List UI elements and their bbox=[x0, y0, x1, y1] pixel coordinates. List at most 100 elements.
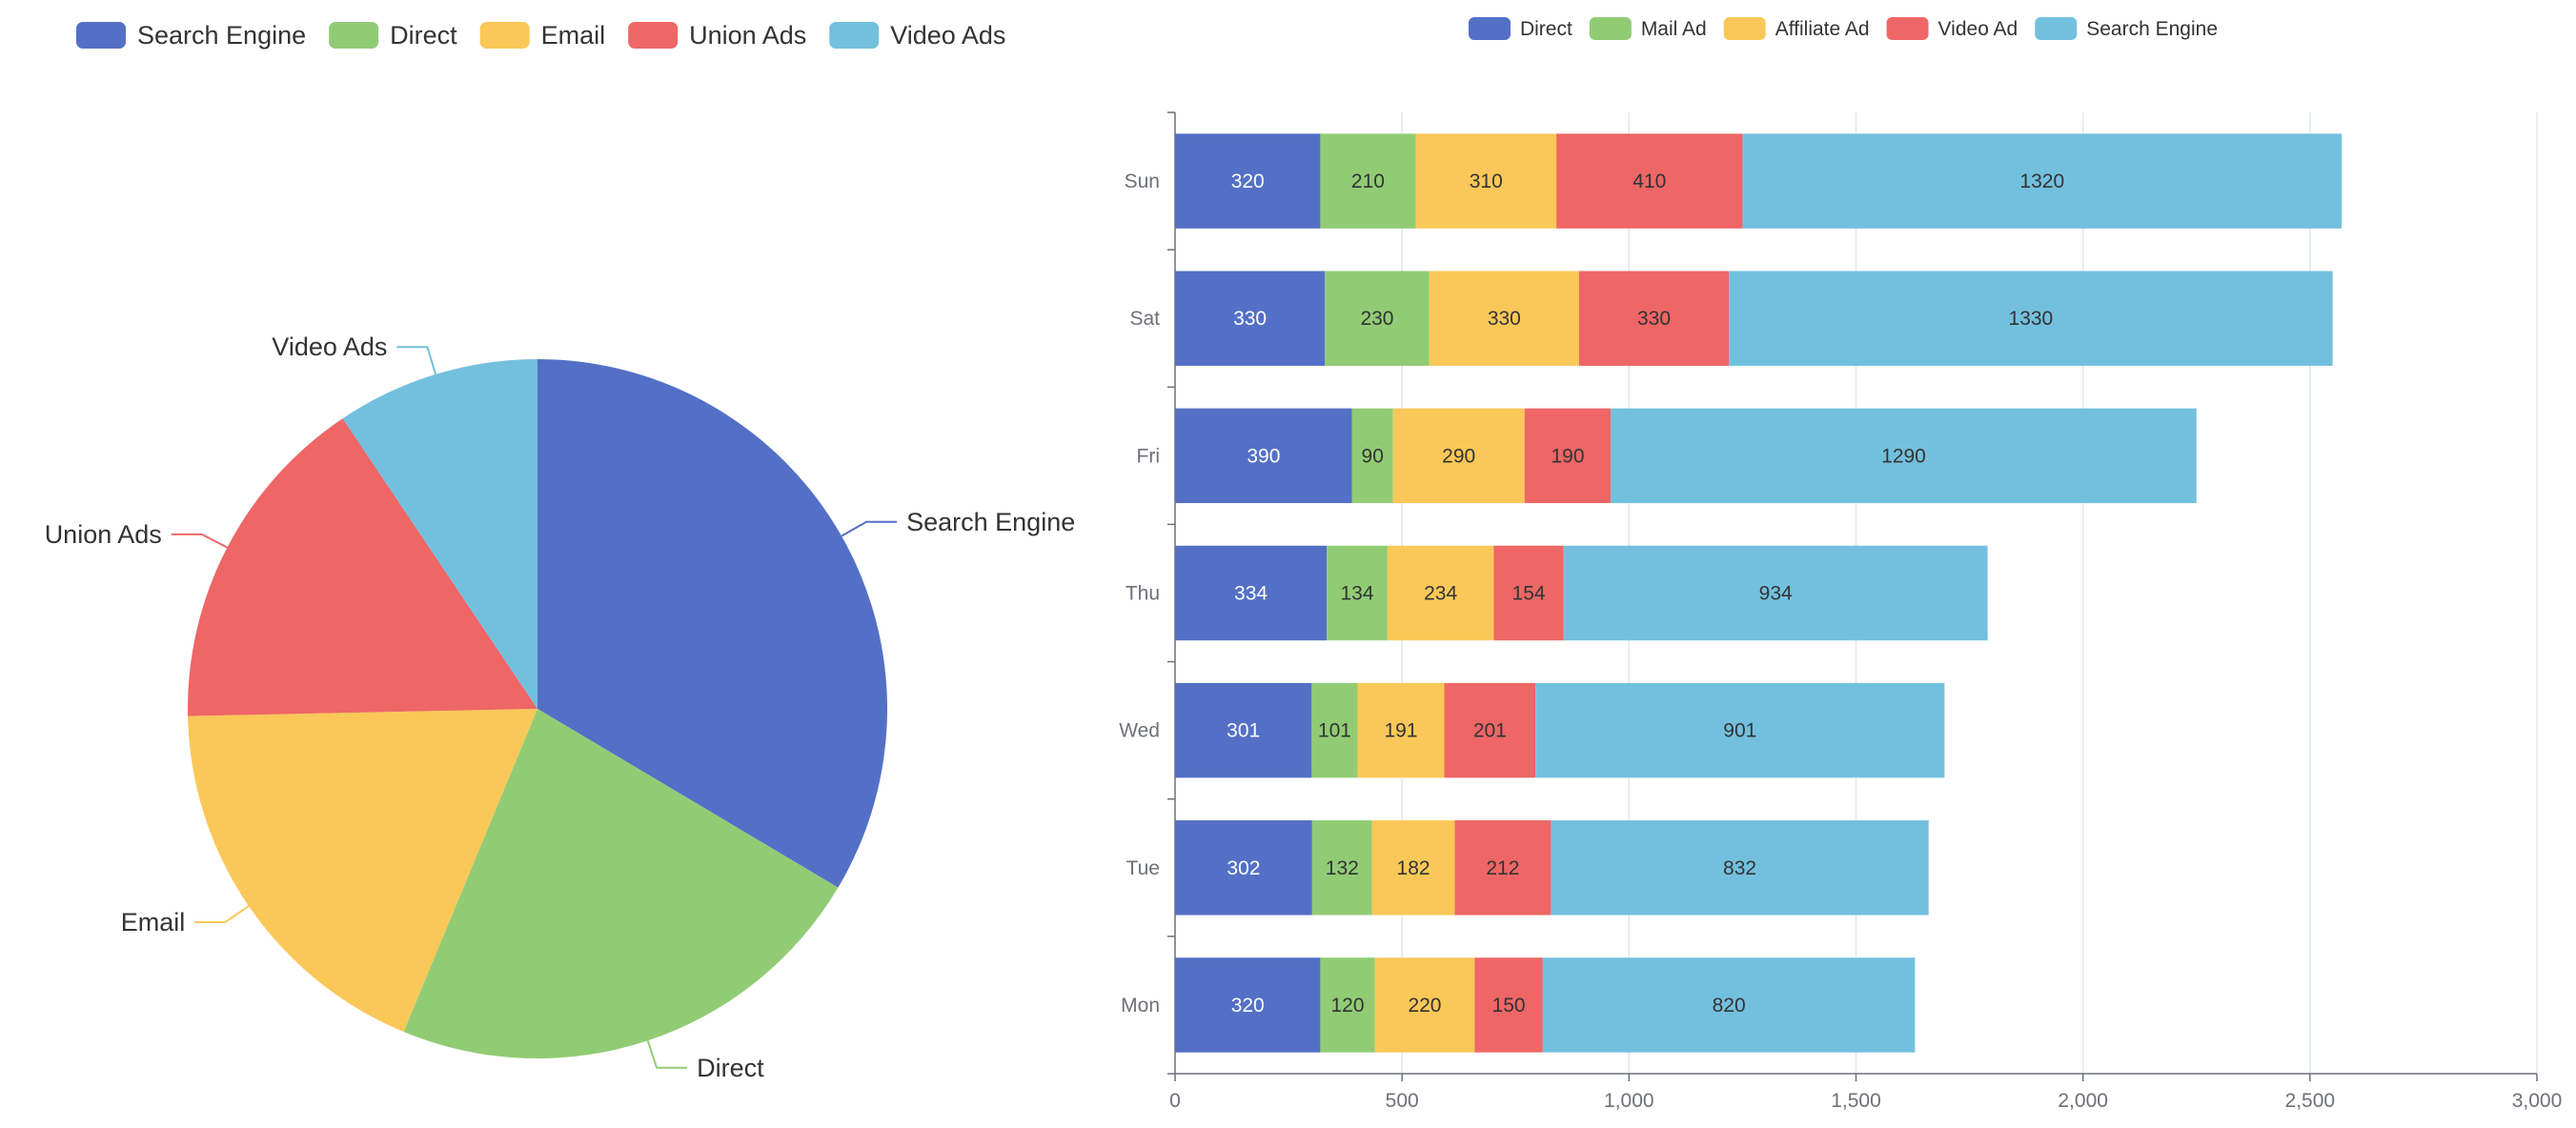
legend-item-video-ads[interactable]: Video Ads bbox=[829, 21, 1005, 50]
bar-row-mon: 320 120 220 150 820 bbox=[1175, 957, 1916, 1053]
x-tick-label: 1,000 bbox=[1604, 1090, 1654, 1112]
y-category-label: Mon bbox=[1121, 995, 1160, 1017]
bar-data-label: 1320 bbox=[2019, 171, 2064, 192]
bar-data-label: 330 bbox=[1637, 308, 1671, 330]
legend-item-union-ads[interactable]: Union Ads bbox=[628, 21, 806, 50]
bar-data-label: 901 bbox=[1723, 720, 1756, 742]
legend-item-video-ad[interactable]: Video Ad bbox=[1886, 17, 2018, 40]
bar-data-label: 820 bbox=[1713, 995, 1746, 1017]
bar-data-label: 1330 bbox=[2009, 308, 2054, 330]
legend-item-mail-ad[interactable]: Mail Ad bbox=[1589, 17, 1707, 40]
legend-label: Email bbox=[541, 21, 606, 50]
x-tick-label: 2,000 bbox=[2058, 1090, 2108, 1112]
y-category-label: Sun bbox=[1125, 171, 1160, 192]
bar-data-label: 191 bbox=[1384, 720, 1417, 742]
legend-item-affiliate-ad[interactable]: Affiliate Ad bbox=[1723, 17, 1870, 40]
x-tick-label: 3,000 bbox=[2512, 1090, 2563, 1112]
bar-row-thu: 334 134 234 154 934 bbox=[1175, 545, 1988, 641]
bar-legend[interactable]: Direct Mail Ad Affiliate Ad Video Ad Search … bbox=[1468, 17, 2218, 40]
bar-data-label: 101 bbox=[1318, 720, 1351, 742]
pie-legend[interactable]: Search Engine Direct Email Union Ads Video A… bbox=[76, 21, 1005, 50]
legend-swatch bbox=[628, 22, 679, 49]
legend-item-search-engine[interactable]: Search Engine bbox=[2035, 17, 2218, 40]
bar-row-wed: 301 101 191 201 901 bbox=[1175, 682, 1945, 778]
legend-label: Union Ads bbox=[689, 21, 806, 50]
bar-data-label: 210 bbox=[1351, 171, 1385, 192]
pie-label-video-ads: Video Ads bbox=[272, 332, 387, 361]
bar-data-label: 234 bbox=[1424, 583, 1457, 605]
legend-item-direct[interactable]: Direct bbox=[329, 21, 457, 50]
bar-data-label: 212 bbox=[1486, 857, 1519, 879]
legend-item-email[interactable]: Email bbox=[479, 21, 606, 50]
bar-data-label: 150 bbox=[1492, 995, 1526, 1017]
bar-data-label: 310 bbox=[1470, 171, 1503, 192]
legend-label: Direct bbox=[390, 21, 457, 50]
bar-row-tue: 302 132 182 212 832 bbox=[1175, 820, 1929, 916]
bar-data-label: 90 bbox=[1362, 445, 1384, 467]
bar-data-label: 201 bbox=[1473, 720, 1507, 742]
y-category-label: Thu bbox=[1126, 583, 1160, 605]
bar-data-label: 230 bbox=[1360, 308, 1393, 330]
bar-row-sat: 330 230 330 330 1330 bbox=[1175, 271, 2333, 366]
legend-swatch bbox=[76, 22, 126, 49]
bar-data-label: 120 bbox=[1330, 995, 1364, 1017]
bar-data-label: 132 bbox=[1326, 857, 1359, 879]
bar-data-label: 320 bbox=[1231, 995, 1265, 1017]
legend-swatch bbox=[1468, 17, 1511, 40]
bar-data-label: 330 bbox=[1488, 308, 1521, 330]
bar-data-label: 1290 bbox=[1881, 445, 1926, 467]
x-tick-label: 1,500 bbox=[1831, 1090, 1881, 1112]
legend-label: Mail Ad bbox=[1641, 18, 1707, 40]
legend-swatch bbox=[1723, 17, 1766, 40]
bar-data-label: 320 bbox=[1231, 171, 1265, 192]
bar-data-label: 154 bbox=[1512, 583, 1546, 605]
legend-item-search-engine[interactable]: Search Engine bbox=[76, 21, 306, 50]
bar-data-label: 290 bbox=[1442, 445, 1475, 467]
pie-leader-line bbox=[646, 1039, 688, 1069]
bar-data-label: 330 bbox=[1233, 308, 1267, 330]
pie-label-union-ads: Union Ads bbox=[45, 520, 162, 549]
bar-data-label: 134 bbox=[1340, 583, 1373, 605]
legend-label: Affiliate Ad bbox=[1775, 18, 1870, 40]
legend-label: Direct bbox=[1520, 18, 1572, 40]
legend-swatch bbox=[1886, 17, 1929, 40]
legend-swatch bbox=[479, 22, 530, 49]
bar-data-label: 410 bbox=[1633, 171, 1666, 192]
bar-row-fri: 390 90 290 190 1290 bbox=[1175, 408, 2197, 504]
y-category-label: Fri bbox=[1137, 445, 1161, 467]
y-category-label: Tue bbox=[1126, 857, 1160, 879]
bar-data-label: 832 bbox=[1723, 857, 1756, 879]
bar-data-label: 302 bbox=[1227, 857, 1260, 879]
dashboard-canvas: Search Engine Direct Email Union Ads Video A… bbox=[45, 17, 2563, 1112]
pie-label-search-engine: Search Engine bbox=[906, 508, 1075, 536]
legend-swatch bbox=[329, 22, 379, 49]
pie-leader-line bbox=[396, 346, 437, 375]
pie-label-email: Email bbox=[121, 908, 186, 937]
pie-label-direct: Direct bbox=[697, 1054, 764, 1082]
pie-leader-line bbox=[194, 905, 250, 923]
legend-swatch bbox=[829, 22, 880, 49]
x-tick-label: 0 bbox=[1169, 1090, 1181, 1112]
legend-label: Video Ad bbox=[1938, 18, 2018, 40]
pie-chart: Search Engine Direct Email Union Ads Video A… bbox=[45, 332, 1076, 1082]
pie-leader-line bbox=[171, 533, 228, 549]
x-tick-label: 2,500 bbox=[2285, 1090, 2336, 1112]
pie-leader-line bbox=[841, 520, 898, 537]
bar-data-label: 301 bbox=[1227, 720, 1260, 742]
bar-data-label: 390 bbox=[1247, 445, 1280, 467]
bar-data-label: 190 bbox=[1552, 445, 1585, 467]
bar-data-label: 182 bbox=[1397, 857, 1430, 879]
legend-item-direct[interactable]: Direct bbox=[1468, 17, 1572, 40]
legend-label: Search Engine bbox=[137, 21, 306, 50]
y-category-label: Wed bbox=[1119, 720, 1160, 742]
bar-row-sun: 320 210 310 410 1320 bbox=[1175, 133, 2343, 229]
legend-label: Search Engine bbox=[2086, 18, 2218, 40]
legend-swatch bbox=[1589, 17, 1632, 40]
y-category-label: Sat bbox=[1129, 308, 1160, 330]
bar-data-label: 334 bbox=[1234, 583, 1268, 605]
bar-data-label: 220 bbox=[1408, 995, 1441, 1017]
legend-label: Video Ads bbox=[890, 21, 1005, 50]
legend-swatch bbox=[2035, 17, 2078, 40]
stacked-bar-chart: 0 500 1,000 1,500 2,000 2,500 3,000 320 120 220 15… bbox=[1119, 111, 2563, 1112]
bar-data-label: 934 bbox=[1759, 583, 1793, 605]
